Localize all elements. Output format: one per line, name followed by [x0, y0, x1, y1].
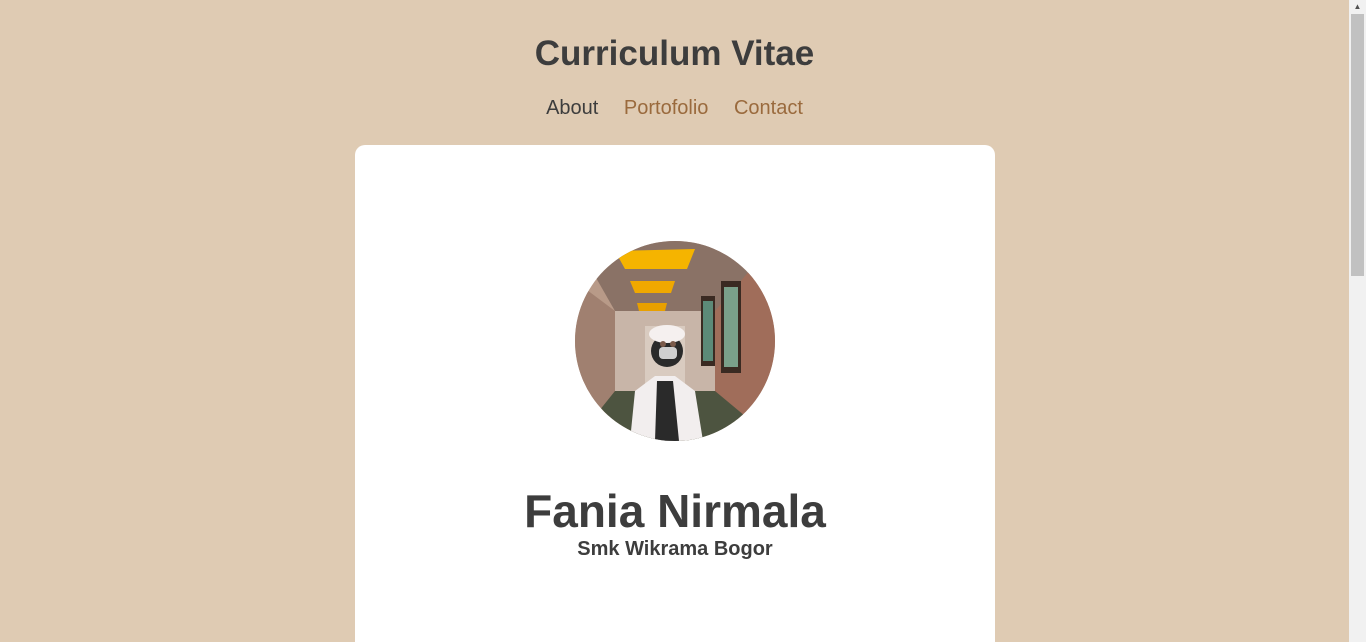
nav-portofolio-link[interactable]: Portofolio: [624, 97, 709, 119]
nav-contact-link[interactable]: Contact: [734, 97, 803, 119]
scrollbar-thumb[interactable]: [1351, 14, 1364, 276]
nav-about-link[interactable]: About: [546, 97, 598, 119]
scroll-up-arrow-icon[interactable]: ▲: [1349, 0, 1366, 14]
profile-photo: [575, 241, 775, 441]
page-title: Curriculum Vitae: [534, 34, 815, 73]
profile-card: Fania Nirmala Smk Wikrama Bogor: [355, 145, 995, 642]
profile-name: Fania Nirmala: [524, 485, 826, 537]
page: Curriculum Vitae About Portofolio Contac…: [0, 0, 1349, 642]
main-nav: About Portofolio Contact: [0, 96, 1349, 120]
vertical-scrollbar[interactable]: ▲: [1349, 0, 1366, 642]
profile-photo-image: [575, 241, 775, 441]
profile-school: Smk Wikrama Bogor: [577, 538, 773, 560]
